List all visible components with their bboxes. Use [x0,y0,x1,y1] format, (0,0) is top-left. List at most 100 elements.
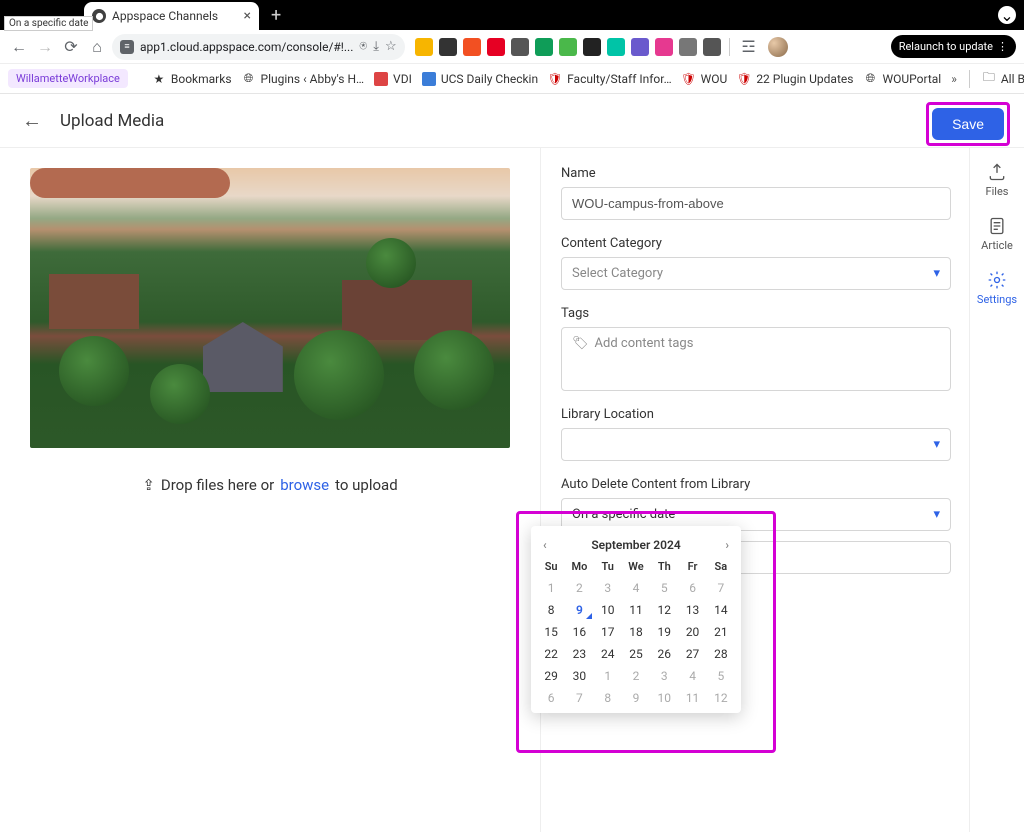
browse-link[interactable]: browse [280,476,329,494]
calendar-day[interactable]: 2 [622,665,650,687]
extension-icon[interactable] [631,38,649,56]
calendar-day[interactable]: 1 [537,577,565,599]
tags-input[interactable]: 🏷︎ Add content tags [561,327,951,391]
extension-icon[interactable] [415,38,433,56]
calendar-day[interactable]: 5 [707,665,735,687]
page-back-icon[interactable]: ← [22,108,42,133]
calendar-day[interactable]: 27 [678,643,706,665]
right-rail: Files Article Settings [970,148,1024,832]
bookmarks-overflow-icon[interactable]: » [951,72,957,86]
drop-files-row[interactable]: ⇪ Drop files here or browse to upload [30,476,510,494]
extension-icon[interactable] [535,38,553,56]
name-input[interactable] [561,187,951,220]
calendar-day[interactable]: 28 [707,643,735,665]
bookmark-wou[interactable]: 🛡︎WOU [682,72,728,86]
calendar-popover[interactable]: ‹ September 2024 › SuMoTuWeThFrSa1234567… [531,526,741,713]
extension-icon[interactable] [511,38,529,56]
calendar-day[interactable]: 14 [707,599,735,621]
install-app-icon[interactable]: ⤓ [373,39,379,54]
page-header: ← Upload Media Save [0,94,1024,148]
bookmark-wouportal[interactable]: 🌐︎WOUPortal [863,72,941,86]
rail-settings[interactable]: Settings [977,270,1017,306]
bookmark-plugin-updates[interactable]: 🛡︎22 Plugin Updates [737,72,853,86]
bookmark-vdi[interactable]: VDI [374,72,412,86]
calendar-day[interactable]: 26 [650,643,678,665]
extension-icon[interactable] [439,38,457,56]
calendar-dow: Tu [594,556,622,577]
rail-article[interactable]: Article [981,216,1013,252]
bookmark-bookmarks[interactable]: ★Bookmarks [152,72,232,86]
calendar-day[interactable]: 4 [678,665,706,687]
extension-icon[interactable] [583,38,601,56]
bookmark-ucs[interactable]: UCS Daily Checkin [422,72,538,86]
reload-icon[interactable]: ⟳ [60,37,82,56]
address-bar[interactable]: ≡ app1.cloud.appspace.com/console/#!... … [112,34,405,60]
calendar-day[interactable]: 7 [707,577,735,599]
calendar-day[interactable]: 16 [565,621,593,643]
calendar-day[interactable]: 9 [622,687,650,709]
browser-tab[interactable]: Appspace Channels × [84,2,259,30]
calendar-day[interactable]: 23 [565,643,593,665]
calendar-day[interactable]: 9 [565,599,593,621]
calendar-day[interactable]: 19 [650,621,678,643]
calendar-day[interactable]: 12 [707,687,735,709]
library-select[interactable]: ▾ [561,428,951,461]
site-info-icon[interactable]: ≡ [120,40,134,54]
calendar-day[interactable]: 10 [650,687,678,709]
calendar-day[interactable]: 3 [594,577,622,599]
calendar-day[interactable]: 8 [594,687,622,709]
bookmark-plugins[interactable]: 🌐︎Plugins ‹ Abby's H… [242,72,365,86]
window-expand-icon[interactable]: ⌄ [998,6,1016,24]
extension-icon[interactable] [607,38,625,56]
calendar-day[interactable]: 2 [565,577,593,599]
profile-avatar[interactable] [768,37,788,57]
side-panel-icon[interactable]: ☲ [738,37,760,56]
calendar-day[interactable]: 21 [707,621,735,643]
calendar-day[interactable]: 20 [678,621,706,643]
back-icon[interactable]: ← [8,37,30,57]
calendar-next-icon[interactable]: › [725,538,729,552]
password-icon[interactable]: ⍟ [359,39,367,54]
calendar-day[interactable]: 25 [622,643,650,665]
extension-icon[interactable] [703,38,721,56]
workspace-pill[interactable]: WillametteWorkplace [8,69,128,88]
calendar-day[interactable]: 5 [650,577,678,599]
category-select[interactable]: Select Category ▾ [561,257,951,290]
calendar-day[interactable]: 18 [622,621,650,643]
extension-icon[interactable] [559,38,577,56]
calendar-day[interactable]: 12 [650,599,678,621]
calendar-day[interactable]: 7 [565,687,593,709]
relaunch-button[interactable]: Relaunch to update ⋮ [891,35,1016,58]
calendar-day[interactable]: 29 [537,665,565,687]
calendar-day[interactable]: 8 [537,599,565,621]
calendar-day[interactable]: 1 [594,665,622,687]
calendar-day[interactable]: 6 [678,577,706,599]
home-icon[interactable]: ⌂ [86,37,108,57]
calendar-day[interactable]: 4 [622,577,650,599]
calendar-day[interactable]: 13 [678,599,706,621]
calendar-day[interactable]: 15 [537,621,565,643]
bookmark-star-icon[interactable]: ☆ [385,39,397,54]
calendar-day[interactable]: 22 [537,643,565,665]
calendar-prev-icon[interactable]: ‹ [543,538,547,552]
calendar-day[interactable]: 10 [594,599,622,621]
calendar-day[interactable]: 6 [537,687,565,709]
calendar-day[interactable]: 11 [622,599,650,621]
bookmark-faculty[interactable]: 🛡︎Faculty/Staff Infor… [548,72,672,86]
new-tab-button[interactable]: + [271,5,281,26]
tab-close-icon[interactable]: × [244,8,251,24]
calendar-day[interactable]: 17 [594,621,622,643]
save-button[interactable]: Save [932,108,1004,140]
calendar-day[interactable]: 3 [650,665,678,687]
extension-icon[interactable] [655,38,673,56]
extension-icon[interactable] [487,38,505,56]
extension-icon[interactable] [463,38,481,56]
calendar-day[interactable]: 11 [678,687,706,709]
relaunch-menu-icon[interactable]: ⋮ [997,40,1008,53]
extension-icon[interactable] [679,38,697,56]
calendar-day[interactable]: 24 [594,643,622,665]
calendar-day[interactable]: 30 [565,665,593,687]
all-bookmarks-button[interactable]: 🗀All Bookmarks [982,72,1024,86]
relaunch-label: Relaunch to update [899,40,993,53]
rail-files[interactable]: Files [986,162,1009,198]
